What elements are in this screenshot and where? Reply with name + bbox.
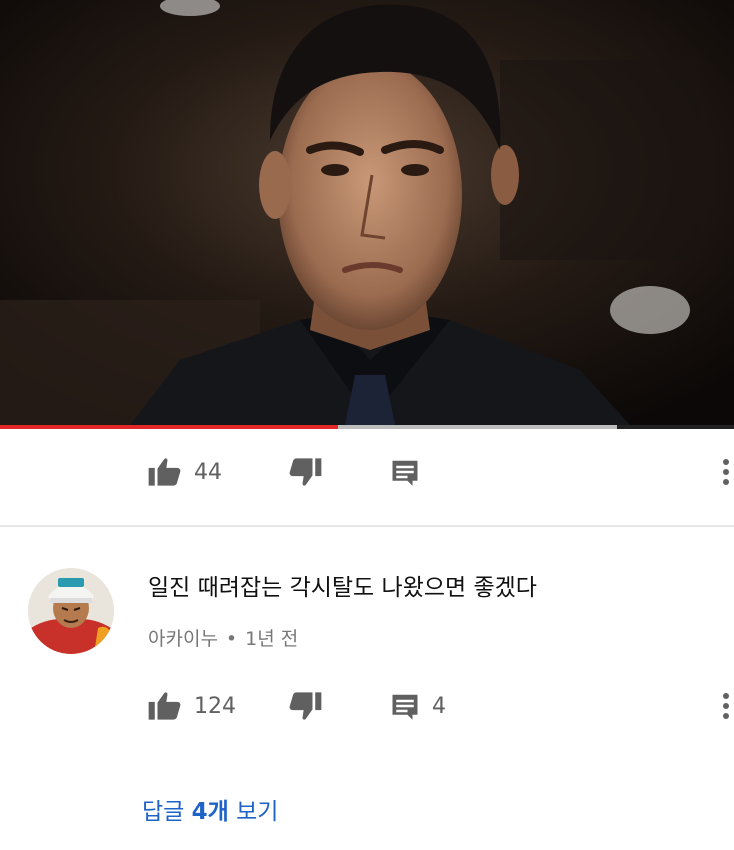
comment-like-count: 124 (194, 693, 236, 719)
view-replies-link[interactable]: 답글 4개 보기 (142, 792, 278, 826)
more-dot (723, 693, 729, 699)
replies-count: 4개 (191, 799, 229, 825)
comment-like-button[interactable]: 124 (148, 682, 236, 730)
video-like-button[interactable]: 44 (148, 448, 222, 496)
divider (0, 525, 734, 527)
thumbs-up-icon (148, 458, 181, 486)
video-progress-bar[interactable] (0, 425, 734, 429)
meta-separator: • (225, 628, 238, 650)
video-comment-button[interactable] (390, 448, 420, 496)
progress-unbuffered (617, 425, 734, 429)
more-dot (723, 459, 729, 465)
comment-time: 1년 전 (245, 628, 299, 650)
video-player[interactable] (0, 0, 734, 425)
video-like-count: 44 (194, 459, 222, 485)
more-dot (723, 713, 729, 719)
comment-more-options-button[interactable] (714, 686, 734, 726)
video-dislike-button[interactable] (288, 448, 322, 496)
comment-meta: 아카이누 • 1년 전 (148, 624, 298, 651)
comment-text: 일진 때려잡는 각시탈도 나왔으면 좋겠다 (148, 575, 537, 601)
thumbs-down-icon (289, 458, 322, 486)
replies-suffix: 보기 (228, 799, 279, 825)
comment-icon (392, 460, 418, 486)
comment-author[interactable]: 아카이누 (148, 628, 218, 650)
comment-actions: 124 4 (0, 682, 734, 730)
avatar[interactable] (28, 568, 114, 654)
comment-reply-count: 4 (432, 693, 446, 719)
avatar-image (28, 568, 114, 654)
progress-played (0, 425, 338, 429)
comment-icon (392, 694, 418, 720)
thumbs-down-icon (289, 692, 322, 720)
more-dot (723, 479, 729, 485)
thumbs-up-icon (148, 692, 181, 720)
more-dot (723, 469, 729, 475)
video-actions: 44 (0, 448, 734, 496)
video-more-options-button[interactable] (714, 452, 734, 492)
replies-prefix: 답글 (142, 799, 192, 825)
comment-dislike-button[interactable] (288, 682, 322, 730)
video-frame-image (0, 0, 734, 425)
comment-reply-button[interactable]: 4 (390, 682, 446, 730)
more-dot (723, 703, 729, 709)
